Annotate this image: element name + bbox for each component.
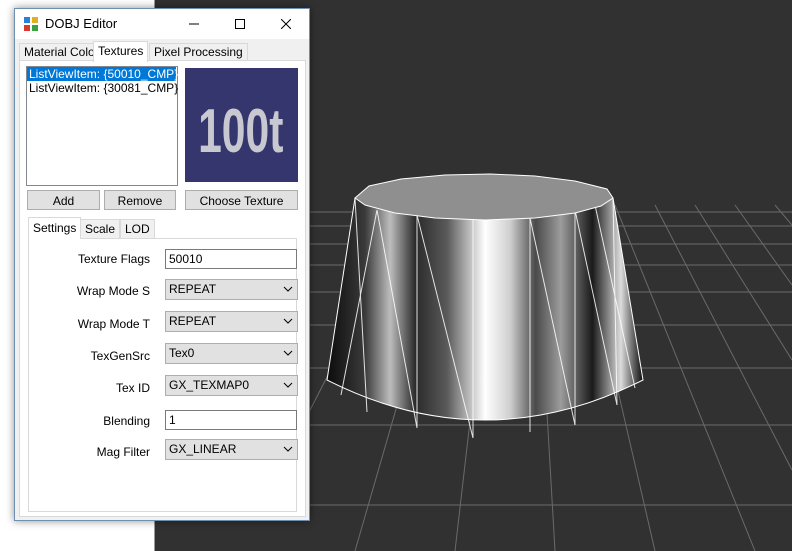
choose-texture-button[interactable]: Choose Texture — [185, 190, 298, 210]
chevron-down-icon — [283, 318, 293, 324]
texture-preview: 100t — [185, 68, 298, 182]
texture-list[interactable]: ListViewItem: {50010_CMP} ListViewItem: … — [26, 66, 178, 186]
tab-material-color[interactable]: Material Color — [19, 43, 104, 61]
texture-flags-field[interactable]: 50010 — [165, 249, 297, 269]
textures-panel: ListViewItem: {50010_CMP} ListViewItem: … — [19, 60, 306, 517]
close-button[interactable] — [263, 9, 309, 39]
chevron-down-icon — [283, 350, 293, 356]
texgensrc-value: Tex0 — [169, 346, 195, 360]
preview-text: 100t — [198, 97, 284, 166]
mag-filter-select[interactable]: GX_LINEAR — [165, 439, 298, 460]
chevron-down-icon — [283, 286, 293, 292]
cylinder-top-cap — [354, 173, 614, 221]
tab-settings[interactable]: Settings — [28, 217, 82, 239]
mag-filter-label: Mag Filter — [96, 445, 150, 459]
texgensrc-label: TexGenSrc — [90, 349, 150, 363]
dobj-editor-dialog: DOBJ Editor Material Color Textures Pixe… — [14, 8, 310, 521]
wrap-mode-s-select[interactable]: REPEAT — [165, 279, 298, 300]
texture-preview-image: 100t — [185, 68, 298, 182]
tex-id-value: GX_TEXMAP0 — [169, 378, 250, 392]
app-icon — [24, 17, 38, 31]
wrap-mode-t-label: Wrap Mode T — [77, 317, 150, 331]
window-title: DOBJ Editor — [45, 16, 118, 31]
wrap-mode-t-select[interactable]: REPEAT — [165, 311, 298, 332]
cylinder-body — [326, 197, 644, 421]
wrap-mode-s-label: Wrap Mode S — [76, 284, 150, 298]
close-icon — [281, 19, 291, 29]
minimize-icon — [189, 23, 199, 25]
minimize-button[interactable] — [171, 9, 217, 39]
blending-label: Blending — [103, 414, 150, 428]
blending-field[interactable]: 1 — [165, 410, 297, 430]
tab-lod[interactable]: LOD — [120, 219, 155, 238]
title-bar[interactable]: DOBJ Editor — [15, 9, 309, 39]
tab-scale[interactable]: Scale — [80, 219, 121, 238]
chevron-down-icon — [283, 446, 293, 452]
chevron-down-icon — [283, 382, 293, 388]
wrap-mode-t-value: REPEAT — [169, 314, 217, 328]
list-item[interactable]: ListViewItem: {50010_CMP} — [27, 67, 178, 81]
maximize-icon — [235, 19, 245, 29]
add-button[interactable]: Add — [27, 190, 100, 210]
remove-button[interactable]: Remove — [104, 190, 176, 210]
texgensrc-select[interactable]: Tex0 — [165, 343, 298, 364]
tex-id-select[interactable]: GX_TEXMAP0 — [165, 375, 298, 396]
wrap-mode-s-value: REPEAT — [169, 282, 217, 296]
tex-id-label: Tex ID — [115, 381, 150, 395]
tab-textures[interactable]: Textures — [93, 41, 149, 62]
mag-filter-value: GX_LINEAR — [169, 442, 237, 456]
texture-flags-label: Texture Flags — [77, 252, 150, 266]
list-item[interactable]: ListViewItem: {30081_CMP} — [27, 81, 178, 95]
tab-pixel-processing[interactable]: Pixel Processing — [149, 43, 248, 61]
maximize-button[interactable] — [217, 9, 263, 39]
settings-panel: Texture Flags 50010 Wrap Mode S REPEAT W… — [28, 238, 298, 512]
